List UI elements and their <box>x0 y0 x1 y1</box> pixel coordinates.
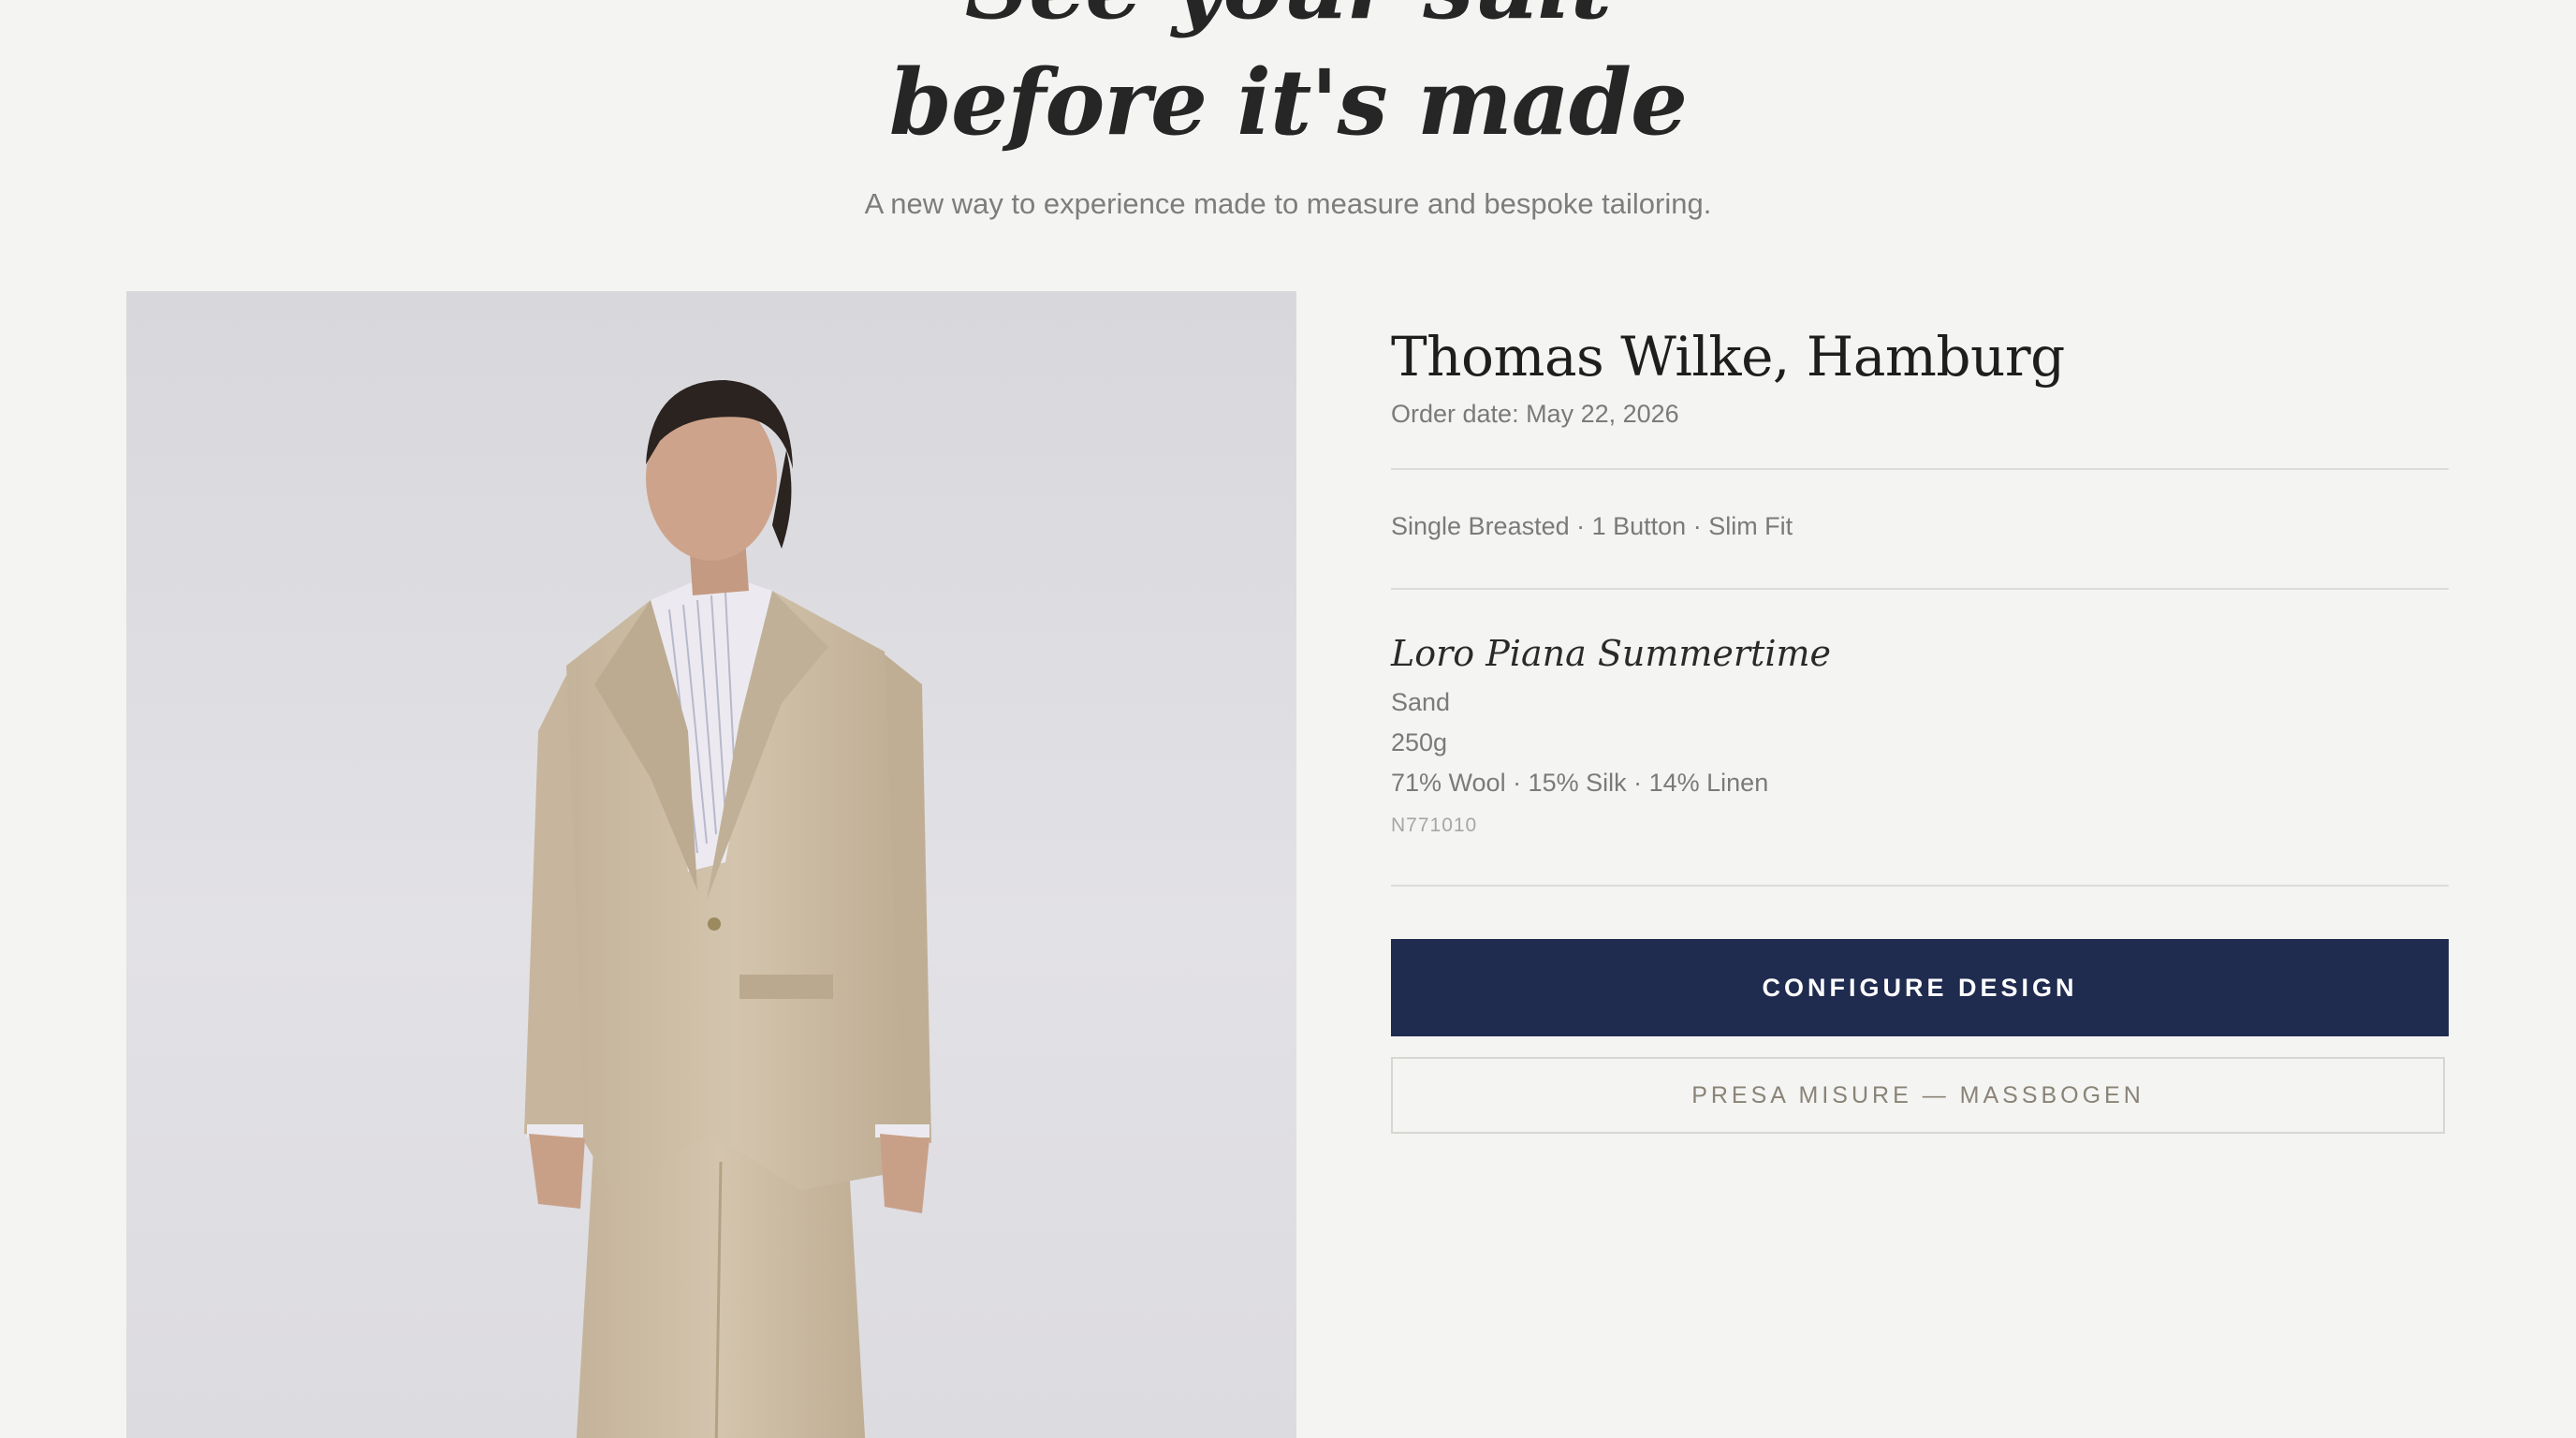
suit-preview-image <box>126 291 1296 1438</box>
fabric-color: Sand <box>1391 688 1451 716</box>
order-date: Order date: May 22, 2026 <box>1391 400 1679 428</box>
configure-design-button[interactable]: CONFIGURE DESIGN <box>1391 939 2449 1036</box>
fabric-name: Loro Piana Summertime <box>1391 633 1831 674</box>
divider <box>1391 885 2449 887</box>
style-summary: Single Breasted · 1 Button · Slim Fit <box>1391 512 1793 540</box>
divider <box>1391 468 2449 470</box>
customer-name: Thomas Wilke, Hamburg <box>1391 325 2065 389</box>
fabric-composition: 71% Wool · 15% Silk · 14% Linen <box>1391 769 1769 797</box>
fabric-code: N771010 <box>1391 814 1478 836</box>
fabric-weight: 250g <box>1391 728 1448 756</box>
hero-subtitle: A new way to experience made to measure … <box>864 187 1712 220</box>
hero-title-line-2: before it's made <box>888 50 1688 155</box>
hero-title-line-1: See your suit <box>0 0 2576 32</box>
suit-model-illustration <box>524 380 931 1438</box>
divider <box>1391 588 2449 590</box>
measurement-form-button[interactable]: PRESA MISURE — MASSBOGEN <box>1391 1057 2445 1134</box>
